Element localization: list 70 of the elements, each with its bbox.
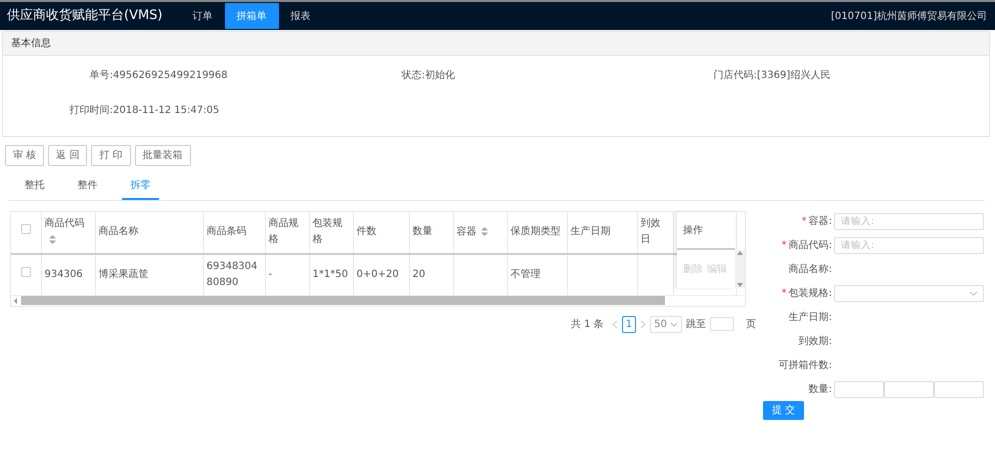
table-cell: - — [265, 254, 309, 295]
company-name: [010701]杭州茵师傅贸易有限公司 — [831, 10, 987, 24]
column-header: 保质期类型 — [507, 212, 567, 254]
field-label: * 商品代码: — [780, 238, 833, 252]
field-label: * 容器: — [800, 214, 833, 228]
column-header: 商品条码 — [203, 212, 265, 254]
table-cell: 1*1*50 — [309, 254, 353, 295]
input-field[interactable]: 请输入: — [834, 212, 984, 230]
scroll-up-icon[interactable] — [736, 250, 744, 256]
field-label: 商品名称: — [788, 262, 833, 276]
column-header: 商品规格 — [265, 212, 309, 254]
table-cell: 20 — [409, 254, 453, 295]
total-count: 共 1 条 — [570, 318, 604, 332]
field-label: 可拼箱件数: — [778, 358, 833, 372]
input-field[interactable]: 请输入: — [834, 236, 984, 254]
field-value: 2018-11-12 15:47:05 — [113, 104, 220, 118]
nav-tab[interactable]: 拼箱单 — [224, 3, 279, 29]
table-cell: 6934830480890 — [203, 254, 265, 295]
table-cell: 博采果蔬筐 — [95, 254, 203, 295]
column-header: 件数 — [353, 212, 409, 254]
page-button[interactable]: 1 — [622, 316, 636, 333]
field-label: 打印时间: — [68, 104, 113, 118]
input-field[interactable] — [934, 380, 984, 398]
table-cell: 0+0+20 — [353, 254, 409, 295]
column-header: 商品名称 — [95, 212, 203, 254]
row-checkbox[interactable] — [20, 266, 31, 277]
field-label: 门店代码: — [712, 68, 757, 83]
tab[interactable]: 整托 — [16, 174, 53, 200]
page-jump-field[interactable] — [710, 317, 734, 332]
field-label: 数量: — [808, 382, 833, 396]
page-size-select[interactable]: 50 — [650, 316, 682, 333]
vertical-scrollbar[interactable] — [735, 250, 745, 288]
column-header: 包装规格 — [309, 212, 353, 254]
field-label: 状态: — [400, 68, 425, 83]
field-label: * 包装规格: — [780, 286, 833, 300]
field-value: 初始化 — [425, 68, 455, 83]
select-field[interactable] — [834, 284, 984, 302]
nav-tab[interactable]: 订单 — [180, 3, 225, 29]
nav-tab[interactable]: 报表 — [278, 3, 323, 29]
page-suffix: 页 — [746, 318, 756, 332]
input-field[interactable] — [834, 380, 884, 398]
column-header: 数量 — [409, 212, 453, 254]
tab[interactable]: 整件 — [69, 174, 106, 200]
table-cell: 不管理 — [507, 254, 567, 295]
horizontal-scrollbar[interactable] — [11, 294, 745, 306]
scroll-down-icon[interactable] — [736, 282, 744, 288]
column-header: 操作 — [677, 212, 735, 250]
tab[interactable]: 拆零 — [122, 174, 159, 200]
select-all-checkbox[interactable] — [20, 224, 31, 234]
action-button[interactable]: 打 印 — [91, 145, 131, 166]
field-label: 单号: — [88, 68, 113, 83]
chevron-down-icon — [670, 322, 678, 326]
column-header: 容器 — [453, 212, 507, 254]
field-value: [3369]绍兴人民 — [757, 68, 830, 83]
chevron-down-icon — [969, 290, 978, 296]
input-field[interactable] — [884, 380, 934, 398]
column-header: 到效日 — [637, 212, 673, 254]
table-cell: 934306 — [41, 254, 95, 295]
action-button[interactable]: 审 核 — [5, 145, 44, 166]
jump-label: 跳至 — [686, 318, 706, 332]
field-label: 生产日期: — [788, 310, 833, 324]
submit-button[interactable]: 提 交 — [763, 401, 804, 420]
action-button[interactable]: 批量装箱 — [134, 145, 191, 166]
column-header: 商品代码 — [41, 212, 95, 254]
action-button[interactable]: 返 回 — [48, 145, 88, 166]
card-title: 基本信息 — [3, 32, 989, 56]
app-title: 供应商收货赋能平台(VMS) — [6, 7, 164, 26]
column-header: 生产日期 — [567, 212, 637, 254]
field-value: 495626925499219968 — [113, 69, 228, 83]
field-label: 到效期: — [798, 334, 833, 348]
